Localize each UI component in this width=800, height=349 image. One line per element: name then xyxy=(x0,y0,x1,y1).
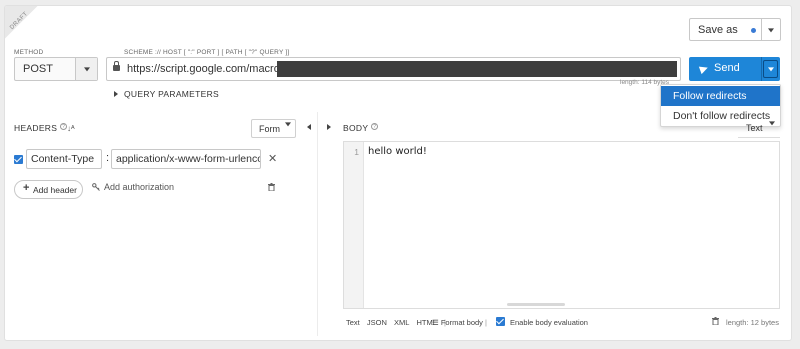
unsaved-dot-icon xyxy=(751,28,756,33)
line-number-gutter: 1 xyxy=(344,142,364,308)
format-json-link[interactable]: JSON xyxy=(367,318,387,327)
header-value-input[interactable]: application/x-www-form-urlencoded xyxy=(111,149,261,169)
plus-icon: + xyxy=(23,182,30,194)
url-input[interactable]: https://script.google.com/macros/s/ xyxy=(106,57,681,81)
body-content-line[interactable]: hello world! xyxy=(368,146,427,157)
query-parameters-toggle[interactable]: QUERY PARAMETERS xyxy=(114,89,219,99)
format-body-button[interactable]: ☰ Format body | xyxy=(432,318,487,327)
chevron-down-icon[interactable] xyxy=(75,58,97,80)
url-text: https://script.google.com/macros/s/ xyxy=(127,63,297,75)
query-parameters-label: QUERY PARAMETERS xyxy=(124,89,220,99)
body-mode-label: Text xyxy=(746,123,763,133)
line-number: 1 xyxy=(354,147,359,157)
draft-badge: DRAFT xyxy=(5,6,51,52)
add-header-label: Add header xyxy=(33,185,77,195)
save-as-button[interactable]: Save as xyxy=(689,18,781,41)
send-label: Send xyxy=(714,62,740,74)
format-lines-icon: ☰ xyxy=(432,318,439,327)
chevron-right-icon xyxy=(114,91,118,97)
chevron-down-icon xyxy=(769,121,775,126)
format-text-link[interactable]: Text xyxy=(346,318,360,327)
trash-icon[interactable] xyxy=(712,317,719,325)
menu-item-follow-redirects[interactable]: Follow redirects xyxy=(661,86,780,106)
headers-label: HEADERS xyxy=(14,123,58,133)
headers-mode-dropdown[interactable]: Form xyxy=(251,119,296,138)
header-colon: : xyxy=(106,152,110,164)
headers-mode-label: Form xyxy=(259,124,280,134)
chevron-down-icon xyxy=(285,122,291,127)
send-button[interactable]: Send xyxy=(689,57,780,81)
paper-plane-icon xyxy=(698,63,710,75)
format-body-label: Format body xyxy=(440,318,483,327)
body-editor[interactable]: 1 hello world! xyxy=(343,141,780,309)
format-xml-link[interactable]: XML xyxy=(394,318,409,327)
body-length: length: 12 bytes xyxy=(726,318,779,327)
header-name-input[interactable]: Content-Type xyxy=(26,149,102,169)
help-icon[interactable]: ? xyxy=(371,123,379,130)
body-section-title: BODY? xyxy=(343,123,379,133)
enable-eval-checkbox[interactable] xyxy=(496,317,505,326)
headers-section-title: HEADERS? xyxy=(14,123,68,133)
add-authorization-link[interactable]: Add authorization xyxy=(104,182,174,192)
remove-header-icon[interactable]: ✕ xyxy=(268,152,277,165)
lock-icon xyxy=(113,61,120,71)
body-mode-dropdown[interactable]: Text xyxy=(738,119,780,138)
header-enabled-checkbox[interactable] xyxy=(14,155,23,164)
horizontal-scrollbar[interactable] xyxy=(507,303,565,306)
url-format-label: SCHEME :// HOST [ ":" PORT ] [ PATH [ "?… xyxy=(124,49,290,56)
add-header-button[interactable]: + Add header xyxy=(14,180,83,199)
enable-eval-label[interactable]: Enable body evaluation xyxy=(510,318,588,327)
save-as-label: Save as xyxy=(698,24,738,36)
body-label: BODY xyxy=(343,123,369,133)
trash-icon[interactable] xyxy=(268,183,275,191)
sort-icon[interactable]: ↓ᴬ xyxy=(67,124,75,133)
panel-divider[interactable] xyxy=(317,112,318,336)
method-select[interactable]: POST xyxy=(14,57,98,81)
save-options-chevron-icon[interactable] xyxy=(762,19,780,40)
collapse-right-icon[interactable] xyxy=(327,124,331,130)
method-value: POST xyxy=(23,63,53,75)
method-label: METHOD xyxy=(14,49,44,56)
collapse-left-icon[interactable] xyxy=(307,124,311,130)
redacted-block xyxy=(277,61,677,77)
send-options-chevron-icon[interactable] xyxy=(763,60,778,78)
key-icon xyxy=(92,183,100,191)
